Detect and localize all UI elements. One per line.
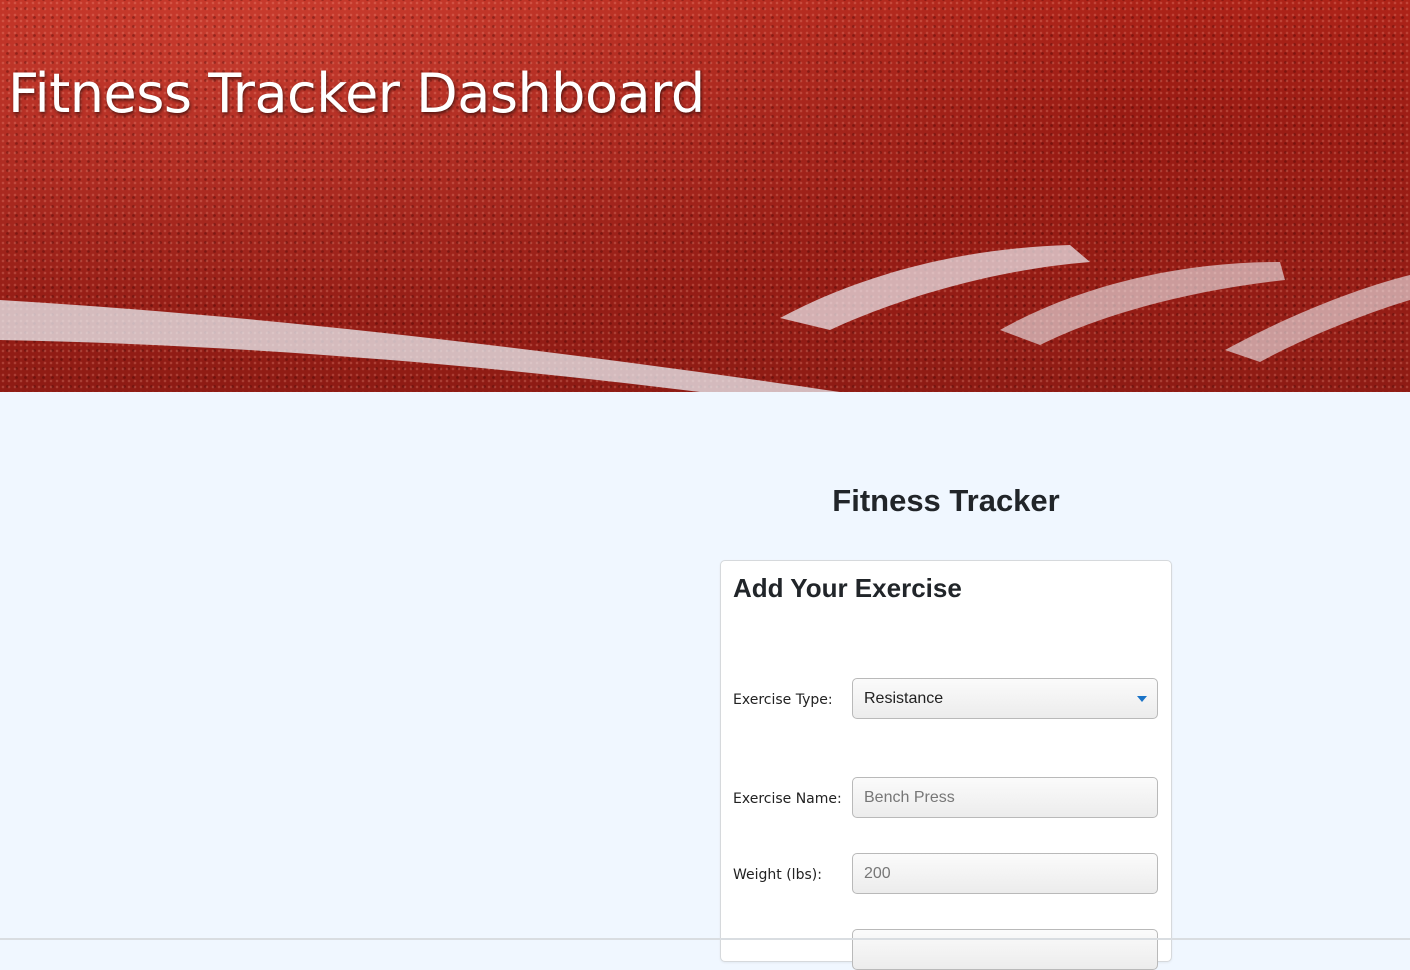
page-title: Fitness Tracker [832,483,1060,518]
dashboard-title: Fitness Tracker Dashboard [8,62,705,125]
add-exercise-card: Add Your Exercise Exercise Type: Resista… [720,560,1172,970]
exercise-name-placeholder: Bench Press [864,789,955,806]
card-title: Add Your Exercise [733,573,962,603]
exercise-name-label: Exercise Name: [733,791,842,807]
weight-placeholder: 200 [864,865,891,882]
exercise-name-input[interactable]: Bench Press [852,777,1158,818]
exercise-type-label: Exercise Type: [733,692,833,708]
hero-banner: Fitness Tracker Dashboard [0,0,1410,392]
track-lane-lines [0,245,1410,392]
next-field-input[interactable] [852,929,1158,970]
exercise-type-value: Resistance [864,690,944,707]
chevron-down-icon [1137,696,1147,702]
weight-label: Weight (lbs): [733,867,822,883]
exercise-type-select[interactable]: Resistance [852,678,1158,719]
weight-input[interactable]: 200 [852,853,1158,894]
